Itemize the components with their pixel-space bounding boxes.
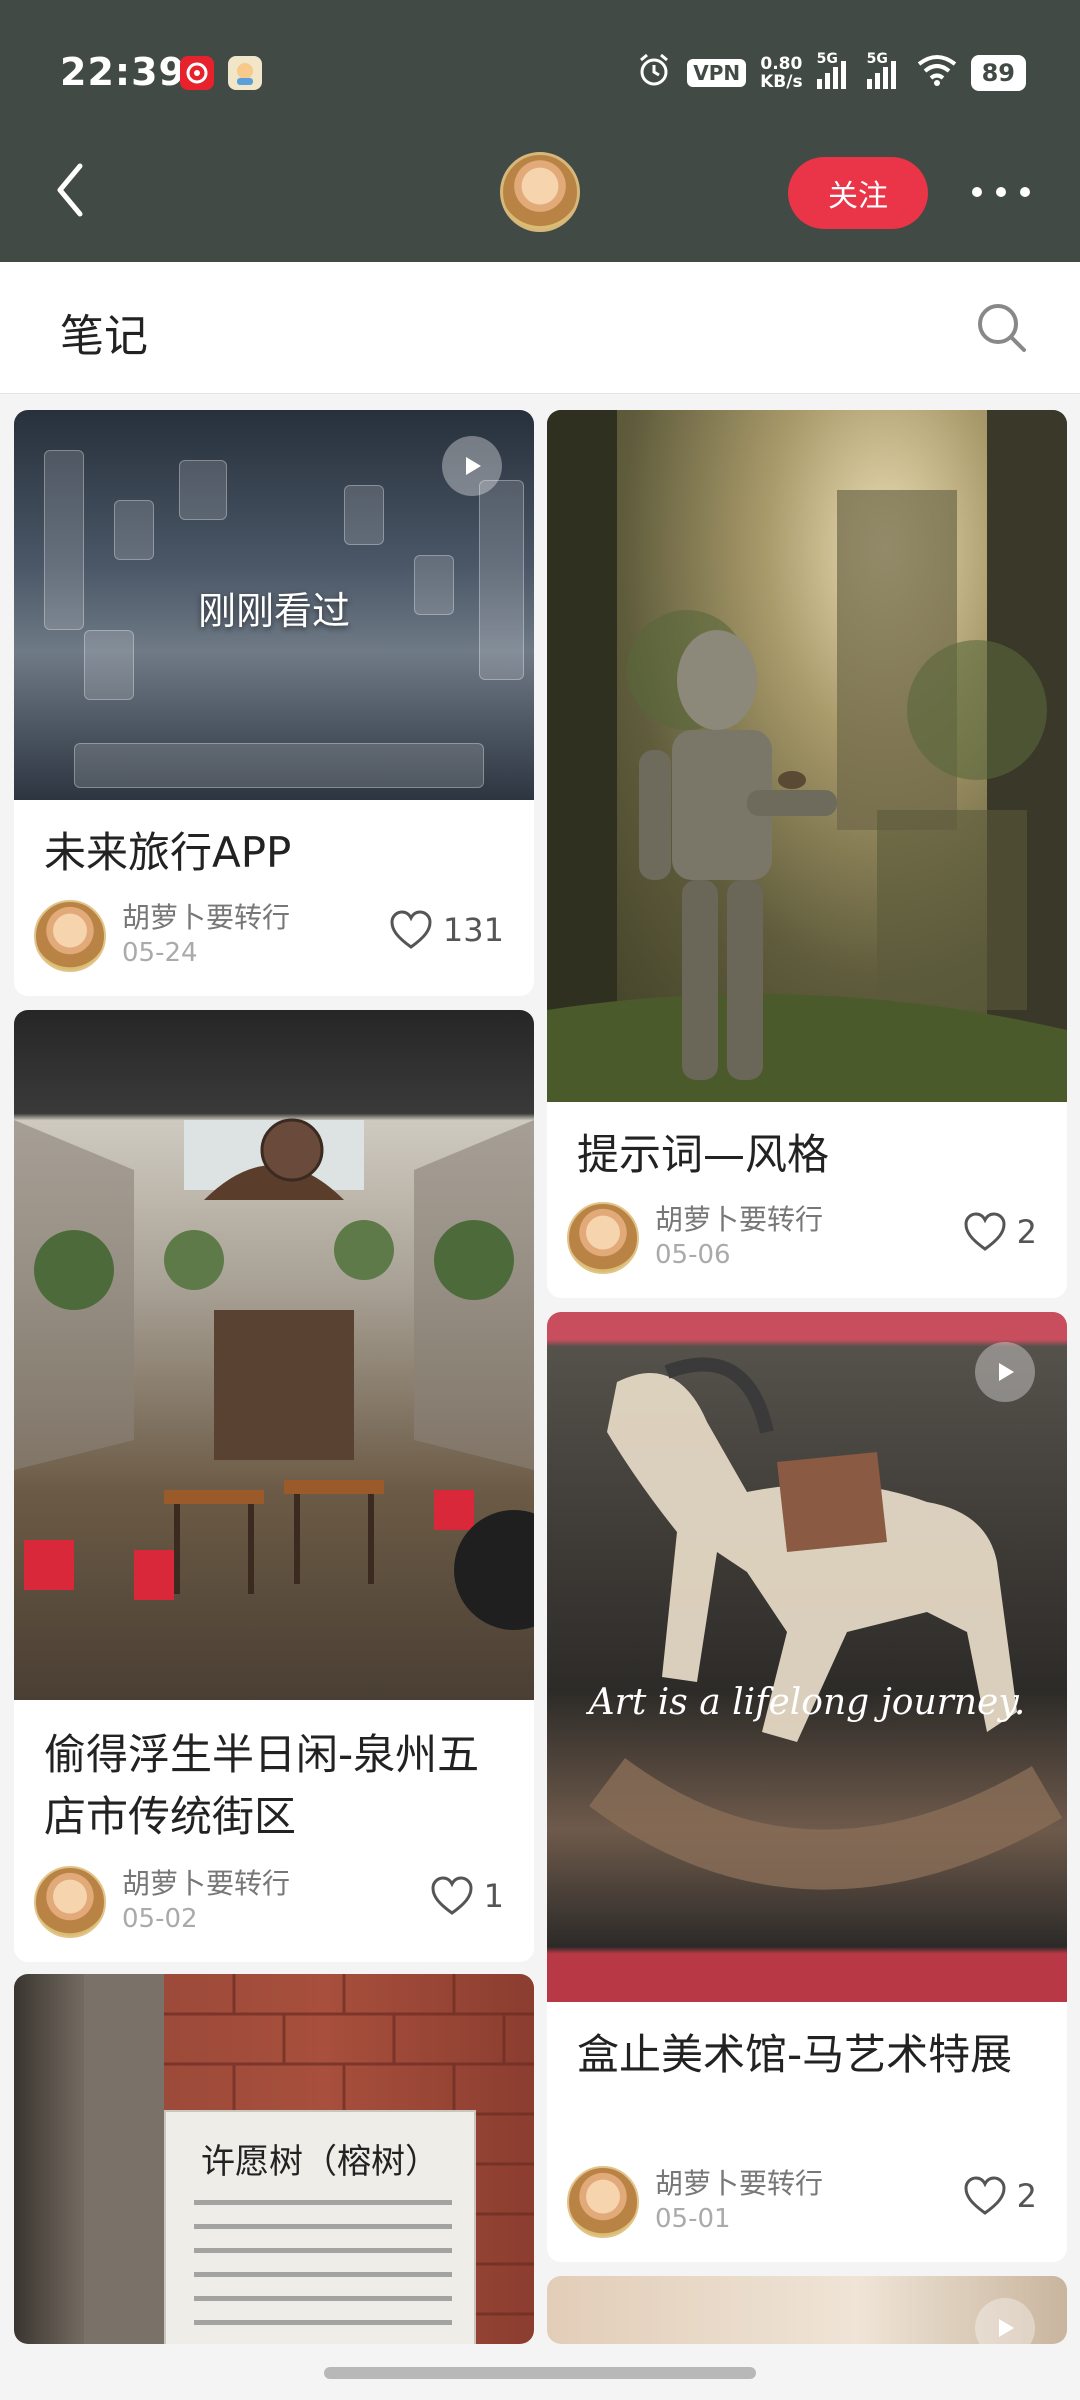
note-cover-image: 刚刚看过 — [14, 410, 534, 800]
note-cover-image — [547, 2276, 1067, 2344]
note-title: 未来旅行APP — [44, 828, 292, 877]
thumbnail-strip — [74, 743, 484, 788]
note-date: 05-24 — [122, 938, 198, 968]
profile-avatar[interactable] — [500, 152, 580, 232]
like-count: 131 — [442, 911, 504, 949]
sign-text-line — [194, 2200, 452, 2205]
network-speed: 0.80 KB/s — [760, 55, 802, 91]
search-button[interactable] — [974, 300, 1030, 356]
sign-text-line — [194, 2296, 452, 2301]
note-cover-image: 许愿树（榕树） — [14, 1974, 534, 2344]
wish-tree-sign: 许愿树（榕树） — [164, 2110, 476, 2344]
section-bar: 笔记 — [0, 262, 1080, 394]
status-icons: VPN 0.80 KB/s 5G 5G 89 — [635, 50, 1026, 96]
author-name: 胡萝卜要转行 — [122, 1867, 291, 1900]
author-avatar — [34, 900, 106, 972]
dot — [972, 187, 982, 197]
sign-title: 许愿树（榕树） — [201, 2142, 439, 2182]
netease-music-icon — [180, 56, 214, 90]
note-card[interactable] — [547, 2276, 1067, 2344]
video-play-icon — [975, 1342, 1035, 1402]
like-count: 2 — [1016, 2177, 1037, 2215]
sign-text-line — [194, 2320, 452, 2325]
network-speed-unit: KB/s — [760, 72, 803, 92]
note-cover-image: Art is a lifelong journey. — [547, 1312, 1067, 2002]
like-button[interactable]: 1 — [430, 1876, 504, 1916]
note-card[interactable]: 偷得浮生半日闲-泉州五店市传统街区 胡萝卜要转行 05-02 1 — [14, 1010, 534, 1962]
author-avatar — [567, 2166, 639, 2238]
cellular-signal-icon: 5G — [816, 51, 853, 89]
back-button[interactable] — [40, 150, 100, 230]
art-overlay-text: Art is a lifelong journey. — [588, 1682, 1026, 1723]
author-name: 胡萝卜要转行 — [122, 901, 291, 934]
note-title: 偷得浮生半日闲-泉州五店市传统街区 — [44, 1730, 480, 1841]
network-type-1: 5G — [816, 51, 838, 67]
note-card[interactable]: 提示词—风格 胡萝卜要转行 05-06 2 — [547, 410, 1067, 1298]
ui-panel — [114, 500, 154, 560]
dot — [996, 187, 1006, 197]
like-button[interactable]: 2 — [963, 2176, 1037, 2216]
note-cover-image — [14, 1010, 534, 1700]
sign-text-line — [194, 2272, 452, 2277]
network-type-2: 5G — [866, 51, 888, 67]
author-avatar — [34, 1866, 106, 1938]
more-options-button[interactable] — [966, 170, 1036, 214]
network-speed-value: 0.80 — [760, 54, 803, 74]
note-card[interactable]: Art is a lifelong journey. 盒止美术馆-马艺术特展 胡… — [547, 1312, 1067, 2262]
cellular-signal-icon-2: 5G — [866, 51, 903, 89]
note-card[interactable]: 刚刚看过 未来旅行APP 胡萝卜要转行 05-24 131 — [14, 410, 534, 996]
like-button[interactable]: 2 — [963, 1212, 1037, 1252]
wifi-icon — [917, 54, 957, 92]
heart-icon — [964, 1212, 1006, 1251]
note-cover-image — [547, 410, 1067, 1102]
cafe-illustration — [14, 1118, 534, 1630]
note-title: 提示词—风格 — [577, 1130, 830, 1179]
heart-icon — [431, 1876, 473, 1915]
robot-ruins-illustration — [547, 410, 1067, 1102]
author-name: 胡萝卜要转行 — [655, 2167, 824, 2200]
follow-button[interactable]: 关注 — [788, 157, 928, 229]
note-card[interactable]: 许愿树（榕树） — [14, 1974, 534, 2344]
note-date: 05-01 — [655, 2204, 731, 2234]
chevron-left-icon — [57, 163, 83, 217]
rocking-horse-painting — [589, 1357, 1063, 1890]
like-button[interactable]: 131 — [389, 910, 504, 950]
status-time: 22:39 — [60, 50, 186, 94]
dot — [1020, 187, 1030, 197]
ui-panel — [179, 460, 227, 520]
app-notification-icon — [228, 56, 262, 90]
author-avatar — [567, 1202, 639, 1274]
heart-icon — [964, 2176, 1006, 2215]
ui-panel — [84, 630, 134, 700]
alarm-icon — [635, 51, 673, 95]
like-count: 2 — [1016, 1213, 1037, 1251]
battery-indicator: 89 — [970, 55, 1026, 91]
heart-icon — [390, 910, 432, 949]
note-date: 05-06 — [655, 1240, 731, 1270]
note-date: 05-02 — [122, 1904, 198, 1934]
video-play-icon — [975, 2298, 1035, 2344]
vpn-badge: VPN — [687, 59, 747, 87]
sign-text-line — [194, 2248, 452, 2253]
ui-panel — [344, 485, 384, 545]
note-title: 盒止美术馆-马艺术特展 — [577, 2030, 1013, 2079]
top-bar: 22:39 VPN 0.80 KB/s 5G 5G 89 关注 — [0, 0, 1080, 262]
like-count: 1 — [483, 1877, 504, 1915]
author-name: 胡萝卜要转行 — [655, 1203, 824, 1236]
section-title: 笔记 — [60, 311, 148, 362]
recently-viewed-label: 刚刚看过 — [197, 589, 350, 633]
search-icon — [978, 304, 1026, 352]
video-play-icon — [442, 436, 502, 496]
home-indicator[interactable] — [324, 2367, 756, 2379]
sign-text-line — [194, 2224, 452, 2229]
